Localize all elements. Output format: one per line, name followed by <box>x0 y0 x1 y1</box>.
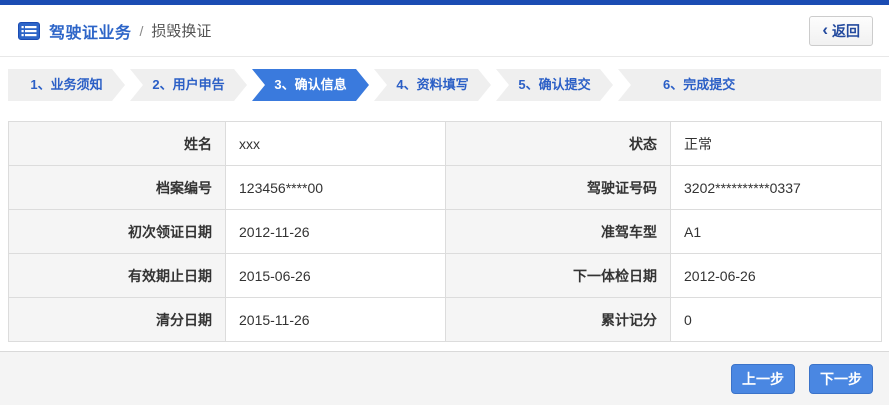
field-label-status: 状态 <box>445 121 671 166</box>
field-value-name: xxx <box>225 121 446 166</box>
step-wizard: 1、业务须知 2、用户申告 3、确认信息 4、资料填写 5、确认提交 6、完成提… <box>8 69 881 101</box>
field-value-license-number: 3202**********0337 <box>670 165 882 210</box>
field-label-name: 姓名 <box>8 121 226 166</box>
back-button-label: 返回 <box>832 22 860 39</box>
field-label-first-issue-date: 初次领证日期 <box>8 209 226 254</box>
field-value-vehicle-class: A1 <box>670 209 882 254</box>
page-title[interactable]: 驾驶证业务 <box>49 19 132 43</box>
field-value-status: 正常 <box>670 121 882 166</box>
table-row: 档案编号 123456****00 驾驶证号码 3202**********03… <box>8 165 882 210</box>
table-row: 有效期止日期 2015-06-26 下一体检日期 2012-06-26 <box>8 253 882 298</box>
page-subtitle: 损毁换证 <box>151 23 212 40</box>
field-value-first-issue-date: 2012-11-26 <box>225 209 446 254</box>
field-label-next-checkup-date: 下一体检日期 <box>445 253 671 298</box>
table-row: 清分日期 2015-11-26 累计记分 0 <box>8 297 882 342</box>
header: 驾驶证业务 / 损毁换证 ‹ 返回 <box>0 5 889 57</box>
table-row: 姓名 xxx 状态 正常 <box>8 121 882 166</box>
field-label-points-clear-date: 清分日期 <box>8 297 226 342</box>
previous-step-button[interactable]: 上一步 <box>731 363 795 394</box>
step-tab-3-active[interactable]: 3、确认信息 <box>252 69 369 101</box>
license-list-icon <box>18 21 40 40</box>
field-value-next-checkup-date: 2012-06-26 <box>670 253 882 298</box>
breadcrumb: 驾驶证业务 / 损毁换证 <box>18 19 211 43</box>
step-tab-4[interactable]: 4、资料填写 <box>374 69 491 101</box>
field-value-accumulated-points: 0 <box>670 297 882 342</box>
step-tab-5[interactable]: 5、确认提交 <box>496 69 613 101</box>
step-tab-2[interactable]: 2、用户申告 <box>130 69 247 101</box>
next-step-button[interactable]: 下一步 <box>809 363 873 394</box>
back-button[interactable]: ‹ 返回 <box>809 15 873 46</box>
field-value-file-number: 123456****00 <box>225 165 446 210</box>
field-label-file-number: 档案编号 <box>8 165 226 210</box>
step-tab-1[interactable]: 1、业务须知 <box>8 69 125 101</box>
field-label-accumulated-points: 累计记分 <box>445 297 671 342</box>
field-label-expiry-date: 有效期止日期 <box>8 253 226 298</box>
field-value-points-clear-date: 2015-11-26 <box>225 297 446 342</box>
table-row: 初次领证日期 2012-11-26 准驾车型 A1 <box>8 209 882 254</box>
field-label-license-number: 驾驶证号码 <box>445 165 671 210</box>
chevron-left-icon: ‹ <box>822 20 828 39</box>
field-value-expiry-date: 2015-06-26 <box>225 253 446 298</box>
license-info-table: 姓名 xxx 状态 正常 档案编号 123456****00 驾驶证号码 320… <box>8 121 882 342</box>
step-tab-6[interactable]: 6、完成提交 <box>618 69 881 101</box>
field-label-vehicle-class: 准驾车型 <box>445 209 671 254</box>
footer-action-bar: 上一步 下一步 <box>0 351 889 405</box>
breadcrumb-separator: / <box>139 22 144 39</box>
